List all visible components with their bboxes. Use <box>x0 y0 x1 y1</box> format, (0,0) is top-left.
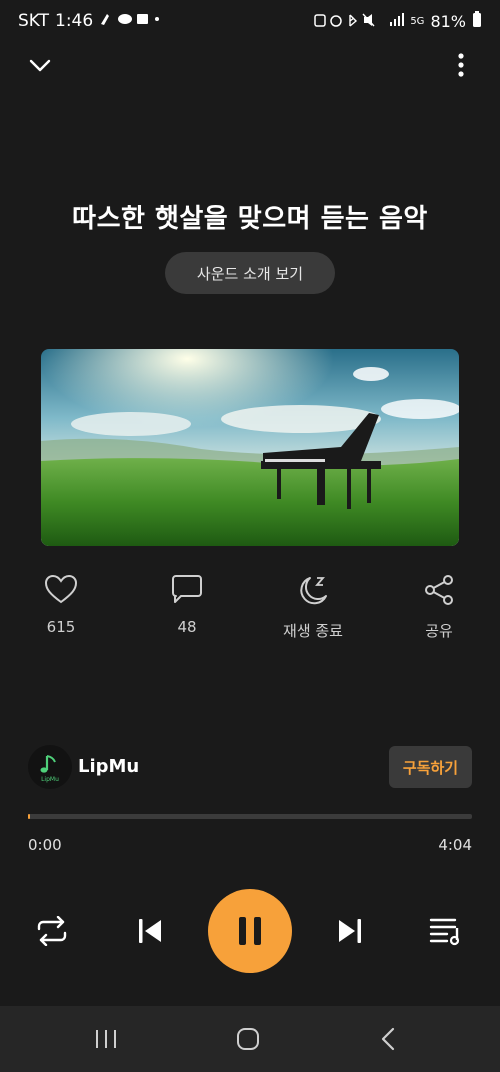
track-title: 따스한 햇살을 맞으며 듣는 음악 <box>72 204 428 234</box>
system-icons <box>314 12 405 32</box>
channel-avatar[interactable]: LipMu <box>28 745 72 789</box>
carrier-label: SKT <box>18 11 50 31</box>
share-button[interactable]: 공유 <box>399 574 479 641</box>
more-vertical-icon <box>458 53 464 77</box>
back-chevron-icon <box>381 1027 395 1051</box>
skip-next-icon <box>339 919 361 943</box>
more-options-button[interactable] <box>446 50 476 80</box>
home-button[interactable] <box>226 1022 270 1056</box>
battery-level: 81% <box>430 12 466 31</box>
back-button[interactable] <box>366 1022 410 1056</box>
clock: 1:46 <box>55 11 94 31</box>
album-artwork <box>41 349 459 546</box>
like-count: 615 <box>46 618 76 636</box>
lipmu-logo: LipMu <box>40 755 59 783</box>
channel-name[interactable]: LipMu <box>78 756 139 777</box>
seek-bar-progress <box>28 814 30 819</box>
heart-icon <box>44 574 78 604</box>
previous-track-button[interactable] <box>128 911 172 951</box>
playlist-icon <box>429 918 460 946</box>
skip-previous-icon <box>139 919 161 943</box>
next-track-button[interactable] <box>328 911 372 951</box>
svg-text:LipMu: LipMu <box>41 776 59 783</box>
status-bar: SKT 1:46 5G 81% <box>0 0 500 44</box>
like-button[interactable]: 615 <box>21 574 101 636</box>
playlist-button[interactable] <box>424 911 468 951</box>
sleep-timer-label: 재생 종료 <box>283 622 343 640</box>
subscribe-button[interactable]: 구독하기 <box>389 746 472 788</box>
sleep-moon-icon <box>300 577 327 605</box>
sleep-timer-button[interactable]: 재생 종료 <box>273 574 353 641</box>
chevron-down-icon <box>29 59 51 72</box>
network-type: 5G <box>410 16 425 27</box>
sound-intro-button[interactable]: 사운드 소개 보기 <box>165 252 335 294</box>
comment-icon <box>172 575 202 603</box>
collapse-button[interactable] <box>24 50 56 82</box>
total-time: 4:04 <box>438 836 472 854</box>
seek-bar[interactable] <box>28 814 472 819</box>
repeat-button[interactable] <box>30 911 74 951</box>
comment-count: 48 <box>177 618 197 636</box>
comment-button[interactable]: 48 <box>147 574 227 636</box>
system-navigation-bar <box>0 1006 500 1072</box>
home-icon <box>237 1028 259 1050</box>
share-label: 공유 <box>425 622 453 640</box>
notification-icons <box>99 11 160 31</box>
recent-apps-button[interactable] <box>84 1022 128 1056</box>
recent-apps-icon <box>96 1030 116 1048</box>
battery-icon <box>472 11 482 32</box>
repeat-icon <box>37 916 67 946</box>
piano-field-artwork <box>41 349 459 546</box>
share-icon <box>425 575 453 605</box>
current-time: 0:00 <box>28 836 62 854</box>
play-pause-button[interactable] <box>208 889 292 973</box>
pause-icon <box>239 917 261 945</box>
